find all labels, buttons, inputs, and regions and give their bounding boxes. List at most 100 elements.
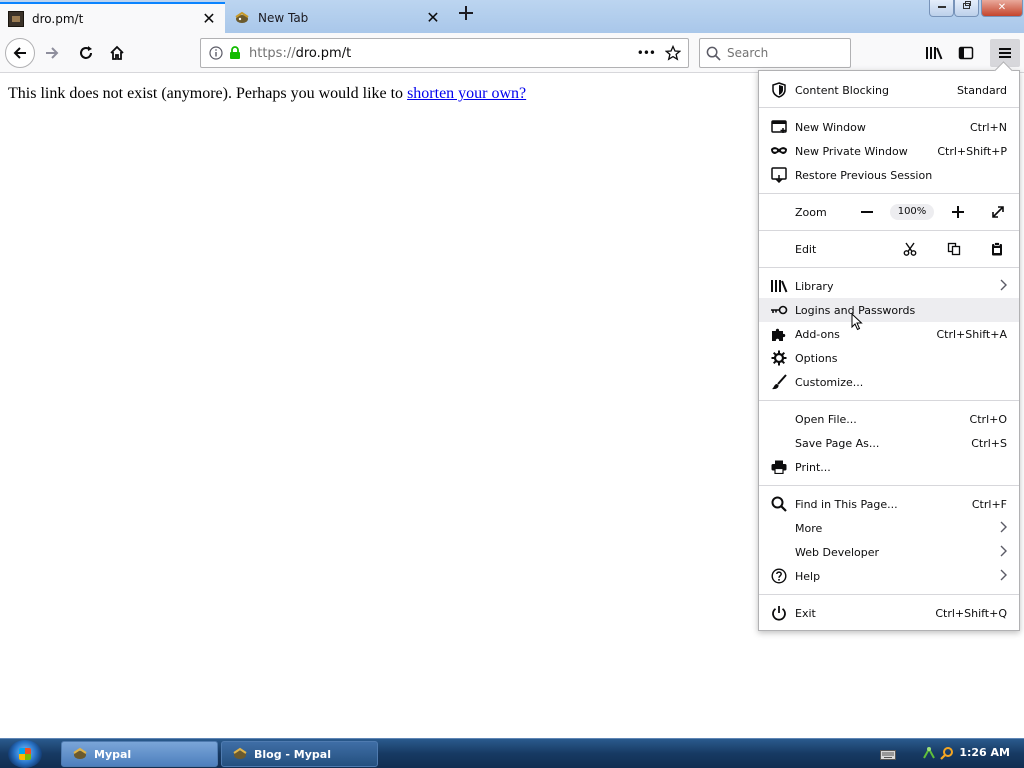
menu-separator (759, 107, 1019, 108)
menu-item-open-file[interactable]: Open File... Ctrl+O (759, 407, 1019, 431)
tab-title: dro.pm/t (32, 11, 84, 26)
taskbar-button-mypal[interactable]: Mypal (61, 741, 218, 767)
menu-item-label: Add-ons (795, 327, 840, 341)
not-found-message: This link does not exist (anymore). Perh… (8, 85, 526, 103)
menu-item-restore-session[interactable]: Restore Previous Session (759, 163, 1019, 187)
shortcut-label: Ctrl+S (971, 436, 1007, 450)
network-icon[interactable] (922, 746, 936, 763)
menu-item-find[interactable]: Find in This Page... Ctrl+F (759, 492, 1019, 516)
mypal-app-icon (72, 747, 88, 761)
url-host: dro.pm/t (295, 45, 352, 61)
paintbrush-icon (770, 373, 788, 391)
chevron-right-icon (999, 521, 1007, 536)
menu-item-label: New Window (795, 120, 866, 134)
menu-item-label: Print... (795, 460, 831, 474)
mypal-favicon-icon (234, 10, 250, 26)
tab-strip: dro.pm/t ✕ New Tab ✕ ✕ (0, 0, 1024, 33)
forward-arrow-icon[interactable] (38, 39, 66, 67)
start-orb-icon[interactable] (8, 740, 42, 768)
library-icon[interactable] (920, 39, 948, 67)
menu-item-help[interactable]: Help (759, 564, 1019, 588)
home-icon[interactable] (103, 39, 131, 67)
menu-item-logins-passwords[interactable]: Logins and Passwords (759, 298, 1019, 322)
shortcut-label: Ctrl+Shift+A (936, 327, 1007, 341)
new-tab-plus-icon[interactable] (455, 5, 477, 27)
menu-item-content-blocking[interactable]: Content Blocking Standard (759, 78, 1019, 102)
search-tray-icon[interactable] (940, 746, 954, 763)
search-icon (770, 495, 788, 513)
mypal-app-icon (232, 747, 248, 761)
restore-button[interactable] (954, 0, 979, 17)
shortcut-label: Ctrl+Shift+Q (935, 606, 1007, 620)
info-icon[interactable] (209, 46, 223, 60)
menu-item-label: Save Page As... (795, 436, 880, 450)
menu-item-new-window[interactable]: New Window Ctrl+N (759, 115, 1019, 139)
shortcut-label: Ctrl+Shift+P (937, 144, 1007, 158)
menu-item-label: Customize... (795, 375, 864, 389)
chevron-right-icon (999, 569, 1007, 584)
lock-icon[interactable] (229, 46, 241, 60)
search-box[interactable] (699, 38, 851, 68)
fullscreen-icon[interactable] (988, 202, 1008, 222)
menu-separator (759, 400, 1019, 401)
menu-item-label: Options (795, 351, 838, 365)
search-input[interactable] (727, 46, 837, 60)
close-tab-icon[interactable]: ✕ (425, 9, 441, 26)
menu-item-label: Help (795, 569, 821, 583)
url-bar[interactable]: https://dro.pm/t ••• (200, 38, 689, 68)
copy-icon[interactable] (944, 239, 964, 259)
menu-separator (759, 230, 1019, 231)
shortcut-label: Ctrl+F (971, 497, 1007, 511)
menu-item-more[interactable]: More (759, 516, 1019, 540)
message-text: This link does not exist (anymore). Perh… (8, 85, 408, 102)
taskbar-button-blog-mypal[interactable]: Blog - Mypal (221, 741, 378, 767)
paste-clipboard-icon[interactable] (987, 239, 1007, 259)
menu-item-new-private-window[interactable]: New Private Window Ctrl+Shift+P (759, 139, 1019, 163)
menu-separator (759, 193, 1019, 194)
printer-icon (770, 458, 788, 476)
gear-icon (770, 349, 788, 367)
app-menu-panel: Content Blocking Standard New Window Ctr… (758, 70, 1020, 631)
sidebar-icon[interactable] (952, 39, 980, 67)
reload-icon[interactable] (72, 39, 100, 67)
menu-item-addons[interactable]: Add-ons Ctrl+Shift+A (759, 322, 1019, 346)
back-arrow-icon[interactable] (5, 38, 35, 68)
menu-item-label: Content Blocking (795, 83, 890, 97)
tab-new-tab[interactable]: New Tab ✕ (226, 2, 449, 33)
tab-dro-pm[interactable]: dro.pm/t ✕ (0, 2, 225, 33)
menu-item-label: More (795, 521, 823, 535)
search-icon (706, 46, 721, 61)
menu-separator (759, 594, 1019, 595)
bookmark-star-icon[interactable] (665, 45, 681, 61)
window-close-button[interactable]: ✕ (981, 0, 1023, 17)
menu-separator (759, 485, 1019, 486)
url-text: https://dro.pm/t (249, 46, 637, 61)
url-scheme: https:// (249, 45, 296, 61)
menu-item-print[interactable]: Print... (759, 455, 1019, 479)
menu-item-web-developer[interactable]: Web Developer (759, 540, 1019, 564)
new-window-icon (770, 118, 788, 136)
menu-item-label: Exit (795, 606, 816, 620)
zoom-reset-value[interactable]: 100% (890, 204, 934, 220)
zoom-out-minus-icon[interactable] (857, 202, 877, 222)
menu-item-library[interactable]: Library (759, 274, 1019, 298)
menu-item-exit[interactable]: Exit Ctrl+Shift+Q (759, 601, 1019, 625)
menu-item-save-page[interactable]: Save Page As... Ctrl+S (759, 431, 1019, 455)
windows-taskbar: Mypal Blog - Mypal 1:26 AM (0, 738, 1024, 768)
mouse-pointer-icon (851, 312, 863, 331)
shorten-link[interactable]: shorten your own? (407, 85, 526, 102)
page-actions-icon[interactable]: ••• (637, 46, 656, 60)
library-icon (770, 277, 788, 295)
menu-item-label: New Private Window (795, 144, 908, 158)
zoom-in-plus-icon[interactable] (948, 202, 968, 222)
close-tab-icon[interactable]: ✕ (201, 10, 217, 27)
taskbar-clock[interactable]: 1:26 AM (959, 746, 1010, 759)
menu-item-customize[interactable]: Customize... (759, 370, 1019, 394)
restore-session-icon (770, 166, 788, 184)
cut-scissors-icon[interactable] (900, 239, 920, 259)
menu-item-options[interactable]: Options (759, 346, 1019, 370)
minimize-button[interactable] (929, 0, 954, 17)
keyboard-icon[interactable] (880, 749, 896, 763)
chevron-right-icon (999, 545, 1007, 560)
menu-item-label: Edit (795, 242, 817, 256)
